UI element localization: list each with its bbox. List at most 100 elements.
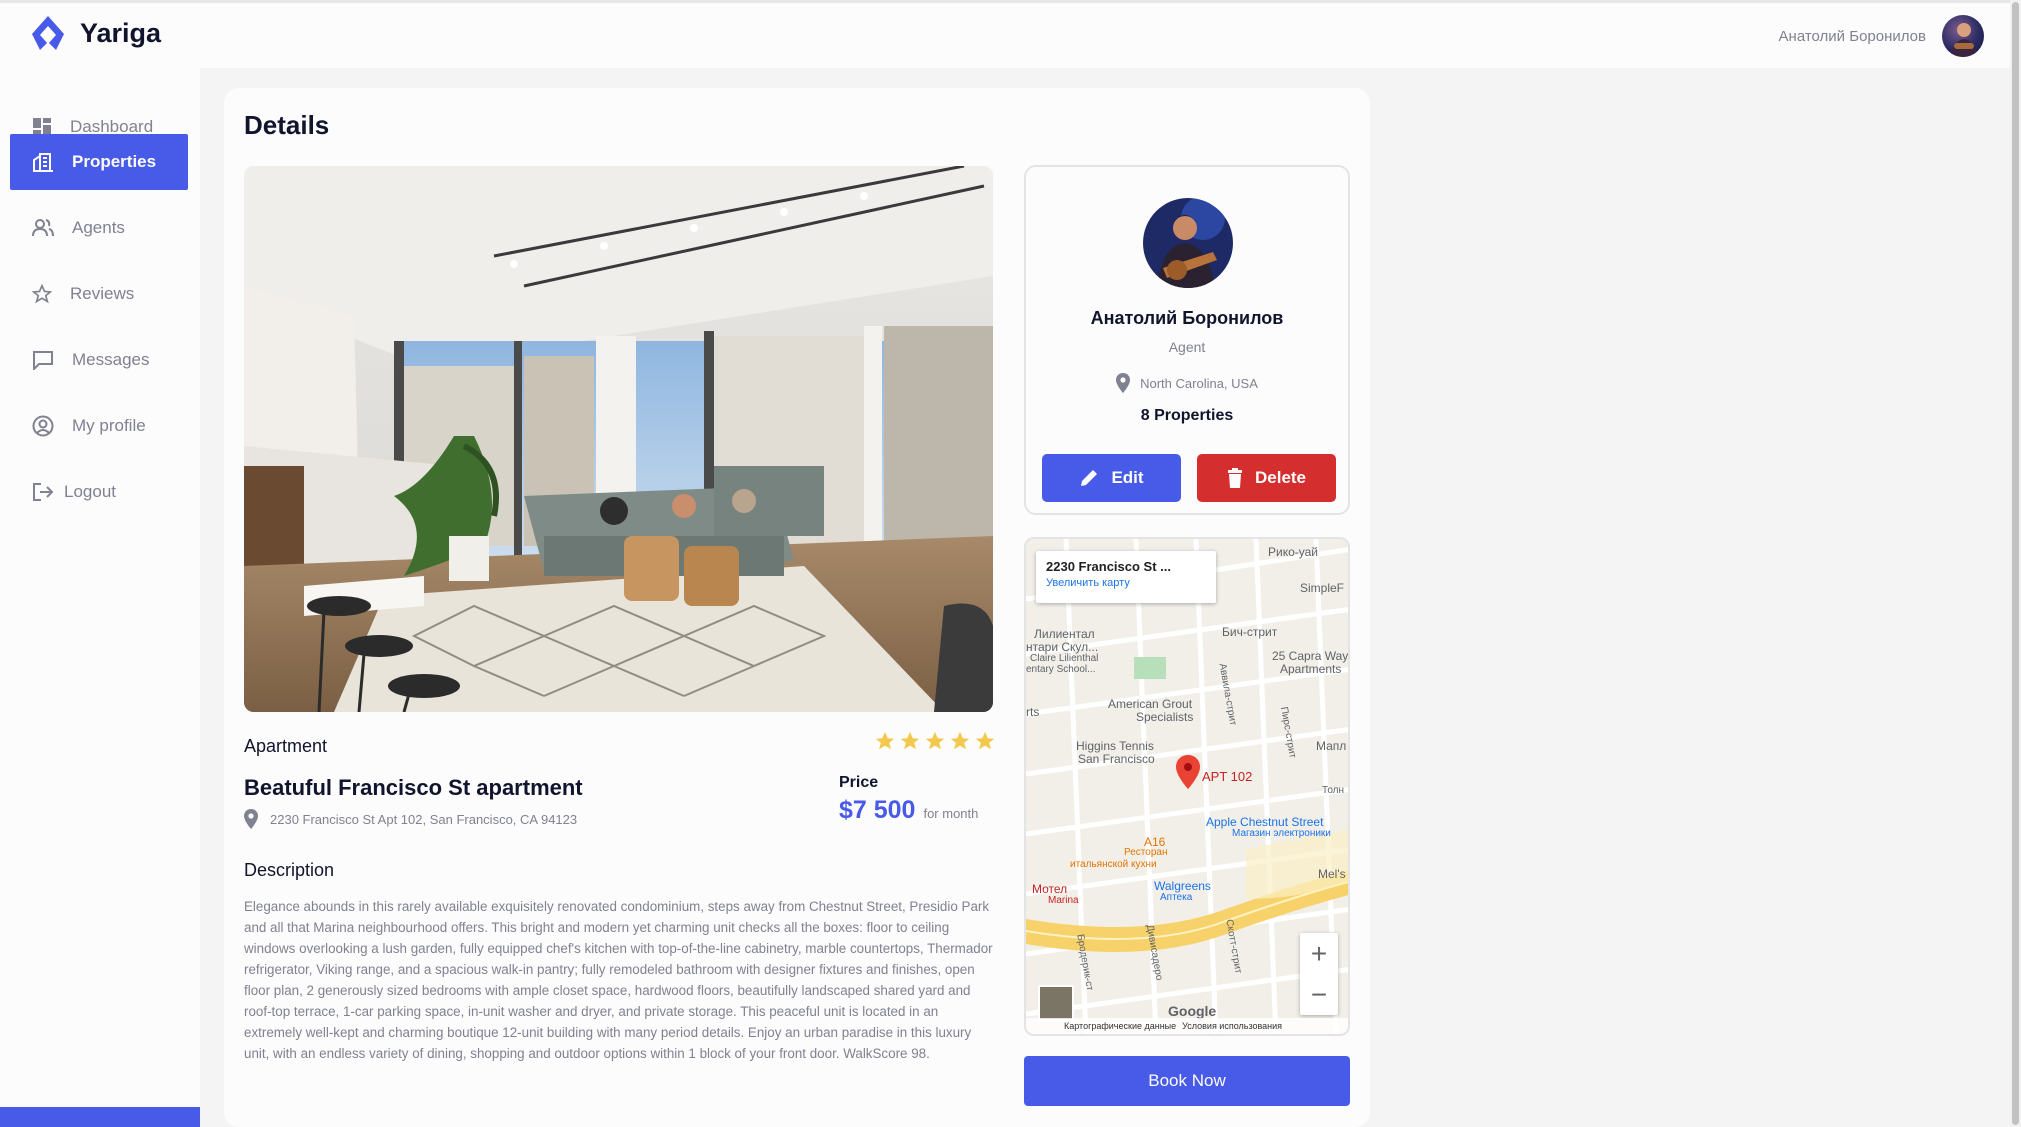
agent-location-text: North Carolina, USA (1140, 375, 1258, 391)
map-label: Higgins Tennis (1076, 739, 1154, 753)
logout-icon (33, 483, 54, 501)
map-label: Apartments (1280, 662, 1342, 676)
map-label: Marina (1048, 895, 1079, 906)
map-pin-icon (1176, 755, 1200, 789)
map-label: 25 Capra Way (1272, 649, 1349, 663)
map-label: rts (1026, 705, 1040, 719)
map-label: entary School... (1026, 664, 1096, 675)
logo[interactable]: Yariga (28, 14, 161, 52)
scrollbar-thumb[interactable] (2012, 2, 2019, 1125)
map-label: SimpleF (1300, 581, 1345, 595)
price: $7 500 for month (839, 796, 978, 825)
app-name: Yariga (80, 17, 162, 48)
map-label: Ресторан (1124, 847, 1168, 858)
agent-name: Анатолий Боронилов (1090, 308, 1284, 328)
avatar[interactable] (1942, 15, 1984, 57)
sidebar-item-label: Properties (72, 152, 157, 171)
map-label: Specialists (1136, 710, 1194, 724)
trash-icon (1227, 468, 1242, 488)
map-label: Рико-уай (1268, 545, 1319, 559)
price-value: $7 500 (839, 796, 916, 824)
map-label: Apple Chestnut Street (1206, 815, 1324, 829)
map-label: San Francisco (1078, 752, 1155, 766)
enlarge-map-link[interactable]: Увеличить карту (1046, 577, 1206, 589)
map-marker-label: APT 102 (1202, 769, 1253, 784)
agent-avatar[interactable] (1143, 198, 1233, 288)
map-terms-link[interactable]: Условия использования (1182, 1021, 1282, 1031)
zoom-in-button[interactable]: + (1300, 933, 1338, 974)
edit-button[interactable]: Edit (1042, 454, 1181, 502)
agents-icon (32, 219, 54, 237)
agent-role: Agent (1168, 339, 1206, 355)
description-text: Elegance abounds in this rarely availabl… (244, 899, 993, 1061)
property-type: Apartment (244, 736, 328, 756)
map-label: American Grout (1108, 697, 1193, 711)
map-label: Аптека (1160, 892, 1193, 903)
rating-stars (874, 730, 996, 752)
property-title: Beatuful Francisco St apartment (244, 775, 583, 800)
map-label: Мапл (1316, 739, 1347, 753)
map-data-link[interactable]: Картографические данные (1064, 1021, 1176, 1031)
agent-card: Анатолий Боронилов Agent North Carolina,… (1024, 165, 1350, 515)
yariga-logo-icon (32, 16, 64, 50)
map-label: итальянской кухни (1070, 859, 1157, 870)
sidebar-item-my-profile[interactable]: My profile (10, 398, 188, 454)
map-label: нтари Скул... (1026, 640, 1099, 654)
property-details-card: Details Apartment Beatuful Francisco St … (224, 88, 1370, 1127)
description-title: Description (244, 860, 335, 880)
map-label: Толн (1322, 785, 1345, 796)
price-unit: for month (923, 806, 979, 821)
location-map[interactable]: Рико-уай SimpleF Бич-стрит Лилиентал нта… (1024, 537, 1350, 1036)
map-label: Mel's (1318, 867, 1346, 881)
map-label: Walgreens (1154, 879, 1211, 893)
message-icon (33, 351, 53, 370)
sidebar-item-agents[interactable]: Agents (10, 200, 188, 256)
sidebar-item-logout[interactable]: Logout (10, 464, 188, 520)
address-text: 2230 Francisco St Apt 102, San Francisco… (270, 811, 578, 827)
map-satellite-thumbnail[interactable] (1038, 985, 1074, 1021)
map-label: Мотел (1032, 882, 1068, 896)
star-filled-icon (875, 731, 895, 750)
agent-properties-count: 8 Properties (1140, 407, 1234, 424)
star-filled-icon (925, 731, 945, 750)
page-title: Details (244, 110, 330, 140)
sidebar-item-label: Agents (72, 218, 125, 237)
location-pin-icon (244, 809, 258, 829)
zoom-out-button[interactable]: − (1300, 974, 1338, 1015)
google-logo: Google (1168, 1003, 1217, 1019)
star-filled-icon (975, 731, 995, 750)
agent-location: North Carolina, USA (1026, 373, 1348, 393)
sidebar-item-label: My profile (72, 416, 146, 435)
location-pin-icon (1116, 373, 1131, 393)
property-photo (244, 166, 993, 712)
delete-button-label: Delete (1254, 468, 1307, 487)
sidebar: Dashboard Properties Agents Reviews Mess… (0, 68, 200, 1127)
scrollbar[interactable] (2010, 0, 2021, 1127)
properties-icon (33, 153, 53, 172)
pencil-icon (1081, 470, 1098, 486)
sidebar-item-label: Reviews (70, 284, 135, 303)
map-footer: Картографические данные Условия использо… (1026, 1018, 1348, 1034)
sidebar-item-label: Messages (72, 350, 150, 369)
delete-button[interactable]: Delete (1197, 454, 1336, 502)
star-filled-icon (900, 731, 920, 750)
top-bar: Yariga Анатолий Боронилов (0, 0, 2010, 68)
user-menu[interactable]: Анатолий Боронилов (1779, 15, 1984, 57)
map-info-window: 2230 Francisco St ... Увеличить карту (1036, 551, 1216, 603)
profile-icon (32, 415, 54, 437)
header-user-name: Анатолий Боронилов (1778, 27, 1926, 45)
map-label: Лилиентал (1034, 627, 1095, 641)
map-zoom-control: + − (1300, 933, 1338, 1015)
map-label: Магазин электроники (1232, 828, 1331, 839)
property-address: 2230 Francisco St Apt 102, San Francisco… (244, 809, 577, 829)
book-now-button[interactable]: Book Now (1024, 1056, 1350, 1106)
sidebar-item-label: Logout (64, 482, 116, 501)
sidebar-item-reviews[interactable]: Reviews (10, 266, 188, 322)
sidebar-item-messages[interactable]: Messages (10, 332, 188, 388)
star-icon (32, 284, 52, 304)
sidebar-item-properties[interactable]: Properties (10, 134, 188, 190)
map-label: Бич-стрит (1222, 625, 1278, 639)
edit-button-label: Edit (1111, 468, 1144, 487)
star-filled-icon (950, 731, 970, 750)
sidebar-collapse-button[interactable] (0, 1107, 200, 1127)
